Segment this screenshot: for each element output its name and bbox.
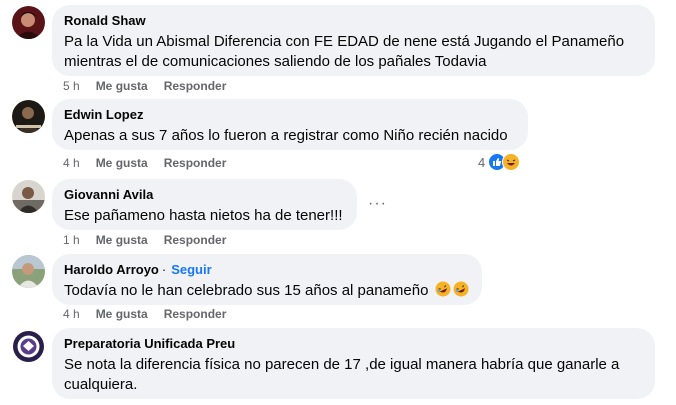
comment-bubble: Preparatoria Unificada Preu Se nota la d…	[52, 328, 655, 399]
like-button[interactable]: Me gusta	[96, 307, 148, 321]
commenter-name[interactable]: Preparatoria Unificada Preu	[64, 335, 643, 352]
commenter-name[interactable]: Edwin Lopez	[64, 106, 516, 123]
reply-button[interactable]: Responder	[164, 79, 227, 93]
commenter-name[interactable]: Giovanni Avila	[64, 186, 345, 203]
like-button[interactable]: Me gusta	[96, 233, 148, 247]
haha-icon	[502, 153, 521, 171]
comment-bubble: Haroldo Arroyo · Seguir Todavía no le han …	[52, 254, 482, 305]
comment-time[interactable]: 4 h	[63, 156, 80, 170]
comment-time[interactable]: 4 h	[63, 307, 80, 321]
comment-time[interactable]: 5 h	[63, 79, 80, 93]
avatar[interactable]	[12, 180, 45, 213]
reaction-count: 4	[478, 154, 486, 170]
comment-text: Apenas a sus 7 años lo fueron a registra…	[64, 127, 508, 144]
reaction-summary[interactable]: 4	[478, 153, 521, 171]
avatar[interactable]	[12, 100, 45, 133]
more-options-button[interactable]: ···	[368, 195, 387, 213]
avatar[interactable]	[12, 330, 45, 363]
comment-text: Se nota la diferencia física no parecen …	[64, 356, 620, 393]
comment-text: Pa la Vida un Abismal Diferencia con FE …	[64, 33, 625, 70]
comment-bubble: Ronald Shaw Pa la Vida un Abismal Difere…	[52, 5, 655, 76]
rolling-laughing-emoji	[453, 281, 469, 297]
comment-text-row: Todavía no le han celebrado sus 15 años …	[64, 281, 470, 301]
reply-button[interactable]: Responder	[164, 156, 227, 170]
comment-actions: 1 h Me gusta Responder	[63, 233, 242, 247]
avatar[interactable]	[12, 6, 45, 39]
separator-dot: ·	[161, 262, 167, 277]
reply-button[interactable]: Responder	[164, 307, 227, 321]
commenter-name-row: Haroldo Arroyo · Seguir	[64, 261, 470, 278]
avatar[interactable]	[12, 255, 45, 288]
comment-bubble: Giovanni Avila Ese pañameno hasta nietos…	[52, 179, 357, 230]
follow-link[interactable]: Seguir	[171, 262, 211, 277]
comment-text: Todavía no le han celebrado sus 15 años …	[64, 282, 429, 299]
like-button[interactable]: Me gusta	[96, 79, 148, 93]
rolling-laughing-emoji	[435, 281, 451, 297]
commenter-name[interactable]: Ronald Shaw	[64, 12, 643, 29]
comment-actions: 4 h Me gusta Responder	[63, 156, 242, 170]
comment-time[interactable]: 1 h	[63, 233, 80, 247]
commenter-name[interactable]: Haroldo Arroyo	[64, 262, 159, 277]
comment-bubble: Edwin Lopez Apenas a sus 7 años lo fuero…	[52, 99, 528, 150]
comment-actions: 5 h Me gusta Responder	[63, 79, 242, 93]
like-button[interactable]: Me gusta	[96, 156, 148, 170]
comment-text: Ese pañameno hasta nietos ha de tener!!!	[64, 207, 343, 224]
reply-button[interactable]: Responder	[164, 233, 227, 247]
comment-actions: 4 h Me gusta Responder	[63, 307, 242, 321]
